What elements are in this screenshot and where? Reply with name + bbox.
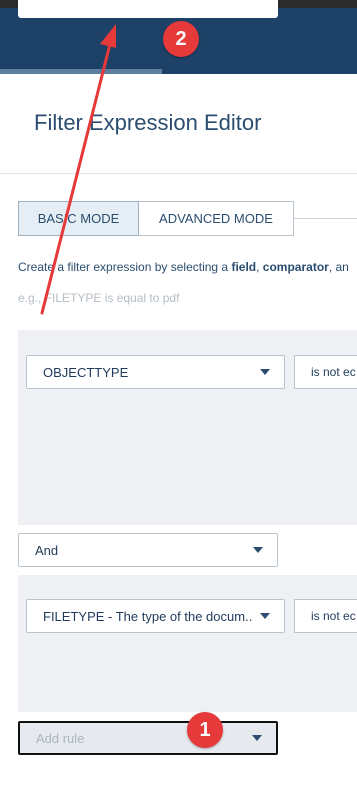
connector-select[interactable]: And — [18, 533, 278, 567]
rule1-field-select[interactable]: OBJECTTYPE — [26, 355, 285, 389]
chevron-down-icon — [260, 613, 270, 619]
divider — [0, 173, 357, 174]
instructions-part1: Create a filter expression by selecting … — [18, 260, 232, 274]
chevron-down-icon — [260, 369, 270, 375]
progress-indicator — [0, 69, 162, 74]
rule2-field-select[interactable]: FILETYPE - The type of the docum... — [26, 599, 285, 633]
search-input[interactable] — [18, 0, 278, 18]
annotation-badge-2: 2 — [163, 21, 199, 57]
example-text: e.g., FILETYPE is equal to pdf — [18, 291, 180, 305]
add-rule-select[interactable]: Add rule — [18, 721, 278, 755]
rule2-field-value: FILETYPE - The type of the docum... — [43, 608, 252, 624]
chevron-down-icon — [253, 547, 263, 553]
tabs-underline — [294, 218, 357, 219]
tab-advanced-mode[interactable]: ADVANCED MODE — [139, 201, 294, 236]
rule1-comparator-select[interactable]: is not ec — [294, 355, 357, 389]
instructions-field: field — [231, 260, 257, 274]
rule1-field-value: OBJECTTYPE — [43, 364, 129, 380]
page-title: Filter Expression Editor — [34, 110, 262, 135]
rule2-comparator-select[interactable]: is not ec — [294, 599, 357, 633]
chevron-down-icon — [252, 735, 262, 741]
tab-basic-mode[interactable]: BASIC MODE — [18, 201, 139, 236]
annotation-badge-1: 1 — [187, 712, 223, 748]
connector-value: And — [35, 542, 59, 558]
instructions-part2: , an — [328, 260, 349, 274]
rule-group-2 — [18, 575, 357, 712]
instructions-sep: , — [256, 260, 263, 274]
instructions-comparator: comparator — [262, 260, 329, 274]
instructions-text: Create a filter expression by selecting … — [18, 260, 349, 274]
mode-tabs: BASIC MODE ADVANCED MODE — [18, 201, 294, 236]
